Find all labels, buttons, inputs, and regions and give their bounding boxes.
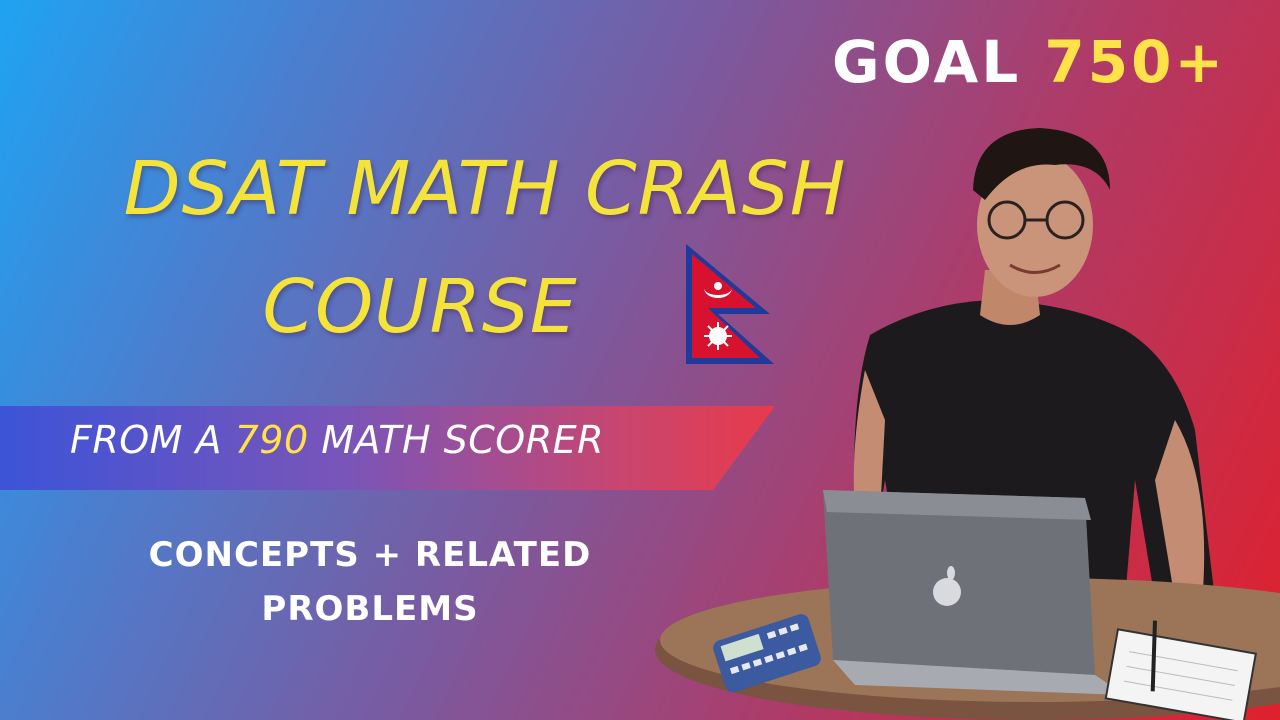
subtitle-line-1: CONCEPTS + RELATED [148, 535, 592, 575]
goal-prefix: GOAL [832, 28, 1022, 96]
goal-score: 750+ [1044, 28, 1227, 96]
course-subtitle: CONCEPTS + RELATED PROBLEMS [90, 528, 650, 636]
banner-prefix: FROM A [70, 418, 223, 462]
banner-score: 790 [234, 418, 309, 462]
subtitle-line-2: PROBLEMS [261, 589, 479, 629]
instructor-photo [655, 128, 1280, 720]
goal-heading: GOAL 750+ [832, 28, 1226, 96]
scorer-banner-text: FROM A 790 MATH SCORER [70, 418, 604, 462]
banner-suffix: MATH SCORER [321, 418, 605, 462]
laptop [823, 490, 1125, 695]
